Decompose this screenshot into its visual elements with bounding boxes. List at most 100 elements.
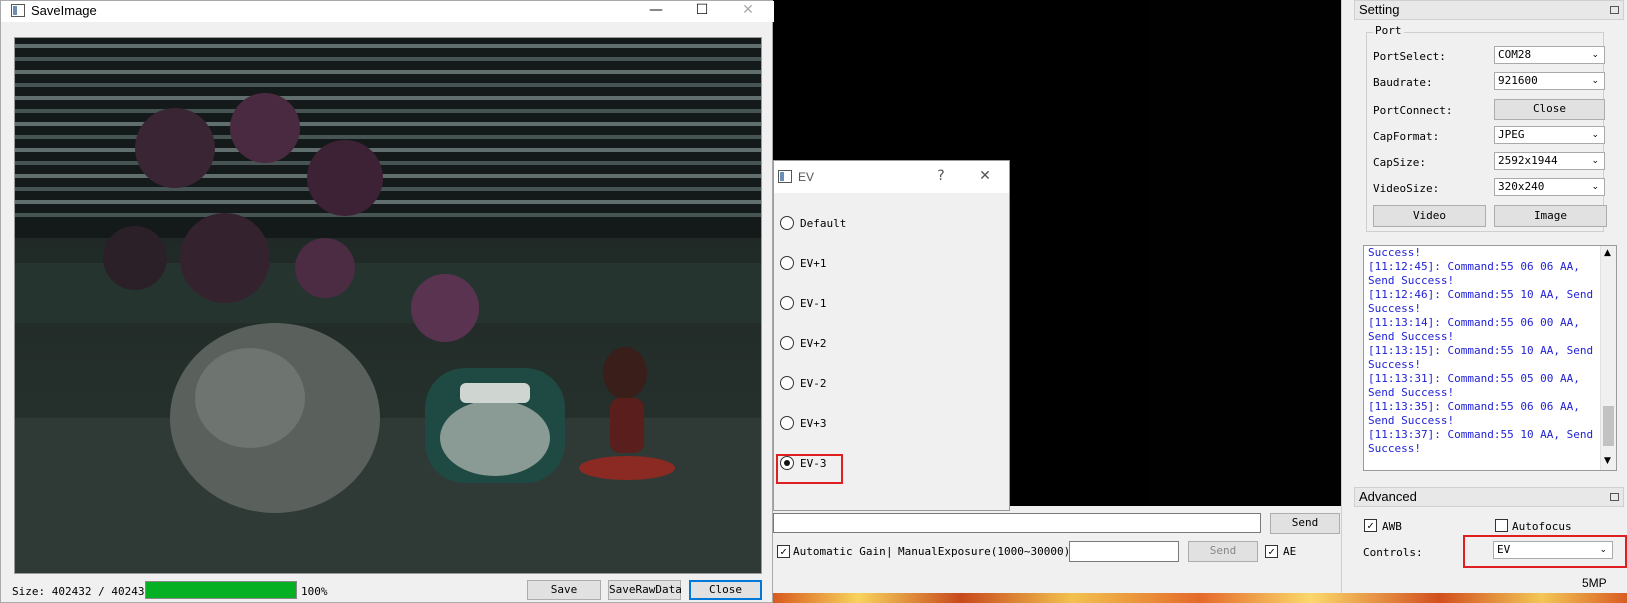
chevron-down-icon: ⌄ [1599,545,1607,555]
blind-slat [15,122,761,126]
advanced-dock-title: Advanced [1354,487,1624,507]
cap-format-value: JPEG [1498,128,1525,141]
save-image-titlebar: SaveImage — ☐ ✕ [1,1,774,22]
controls-label: Controls: [1363,546,1423,559]
close-icon: ✕ [742,2,754,18]
cap-format-label: CapFormat: [1373,130,1440,143]
close-button[interactable]: ✕ [733,1,763,21]
blind-slat [15,109,761,113]
captured-image [14,37,762,574]
blind-slat [15,44,761,48]
blind-slat [15,57,761,61]
log-console[interactable]: Success! [11:12:45]: Command:55 06 06 AA… [1363,245,1617,471]
ev-option-label: EV-2 [800,377,827,390]
video-size-label: VideoSize: [1373,182,1440,195]
ev-radio[interactable] [780,256,794,270]
port-select-value: COM28 [1498,48,1532,61]
autofocus-checkbox[interactable] [1495,519,1508,532]
awb-checkbox[interactable]: ✓ [1364,519,1377,532]
manual-exposure-input[interactable] [1069,541,1179,562]
scroll-up-icon[interactable]: ▲ [1604,248,1611,258]
cap-size-label: CapSize: [1373,156,1426,169]
ev-radio[interactable] [780,296,794,310]
progress-percent: 100% [301,585,328,598]
save-raw-data-button[interactable]: SaveRawData [608,580,682,600]
send-button[interactable]: Send [1270,513,1340,534]
captured-image-scene [15,38,761,573]
log-scrollbar[interactable]: ▲ ▼ [1600,246,1616,470]
chevron-down-icon: ⌄ [1591,76,1599,86]
maximize-button[interactable]: ☐ [687,1,717,21]
awb-label: AWB [1382,520,1402,533]
dock-float-icon[interactable] [1610,6,1619,14]
advanced-title: Advanced [1359,489,1417,504]
chevron-down-icon: ⌄ [1591,130,1599,140]
ev-radio[interactable] [780,216,794,230]
help-button[interactable]: ? [926,167,956,187]
video-size-combo[interactable]: 320x240 ⌄ [1494,178,1605,196]
dock-float-icon[interactable] [1610,493,1619,501]
blind-slat [15,148,761,152]
chevron-down-icon: ⌄ [1591,156,1599,166]
controls-combo[interactable]: EV ⌄ [1493,541,1613,559]
manual-exposure-send-button[interactable]: Send [1188,541,1258,562]
ev-radio[interactable] [780,376,794,390]
close-icon: ✕ [979,168,991,184]
maximize-icon: ☐ [695,2,709,18]
automatic-gain-checkbox[interactable]: ✓ [777,545,790,558]
blind-slat [15,70,761,74]
port-connect-button[interactable]: Close [1494,99,1605,120]
ev-dialog-title: EV [798,170,815,184]
separator: | [886,545,893,558]
port-select-combo[interactable]: COM28 ⌄ [1494,46,1605,64]
ev-radio[interactable] [780,336,794,350]
blind-slat [15,213,761,217]
blind-slat [15,200,761,204]
ev-option-label: EV+2 [800,337,827,350]
scroll-down-icon[interactable]: ▼ [1604,456,1611,466]
blind-slat [15,187,761,191]
baudrate-combo[interactable]: 921600 ⌄ [1494,72,1605,90]
video-size-value: 320x240 [1498,180,1545,193]
window-icon [778,170,792,183]
baudrate-label: Baudrate: [1373,76,1433,89]
cap-format-combo[interactable]: JPEG ⌄ [1494,126,1605,144]
progress-bar [145,581,297,599]
save-button[interactable]: Save [527,580,601,600]
log-scroll-thumb[interactable] [1603,406,1614,446]
ev-option-label: EV+3 [800,417,827,430]
ev-option-label: Default [800,217,847,230]
chevron-down-icon: ⌄ [1591,182,1599,192]
autofocus-label: Autofocus [1512,520,1572,533]
automatic-gain-label: Automatic Gain [793,545,886,558]
cap-size-value: 2592x1944 [1498,154,1558,167]
highlight-box-ev3 [776,454,843,484]
image-button[interactable]: Image [1494,205,1607,227]
chevron-down-icon: ⌄ [1591,50,1599,60]
resolution-badge: 5MP [1582,576,1607,590]
video-button[interactable]: Video [1373,205,1486,227]
progress-fill [146,582,296,598]
ev-radio[interactable] [780,416,794,430]
ev-dialog-titlebar: EV ? ✕ [774,161,1009,193]
minimize-button[interactable]: — [641,1,671,21]
cap-size-combo[interactable]: 2592x1944 ⌄ [1494,152,1605,170]
close-dialog-button[interactable]: Close [689,580,762,600]
blind-slat [15,96,761,100]
command-input[interactable] [773,513,1261,533]
ae-checkbox[interactable]: ✓ [1265,545,1278,558]
ev-option-label: EV-1 [800,297,827,310]
minimize-icon: — [649,2,663,18]
controls-value: EV [1497,543,1511,556]
log-text: Success! [11:12:45]: Command:55 06 06 AA… [1368,246,1594,455]
blind-slat [15,135,761,139]
ev-dialog: EV ? ✕ Default EV+1 EV-1 EV+2 EV-2 EV+3 EV-3 [773,160,1010,511]
video-preview-right [1147,0,1341,506]
save-image-window: SaveImage — ☐ ✕ Size: 402432 / 402432 10… [0,0,774,603]
ev-option-label: EV+1 [800,257,827,270]
setting-dock-title: Setting [1354,0,1624,20]
manual-exposure-label: ManualExposure(1000~30000): [898,545,1077,558]
blind-slat [15,83,761,87]
close-button[interactable]: ✕ [970,167,1000,187]
port-group-title: Port [1373,24,1404,37]
